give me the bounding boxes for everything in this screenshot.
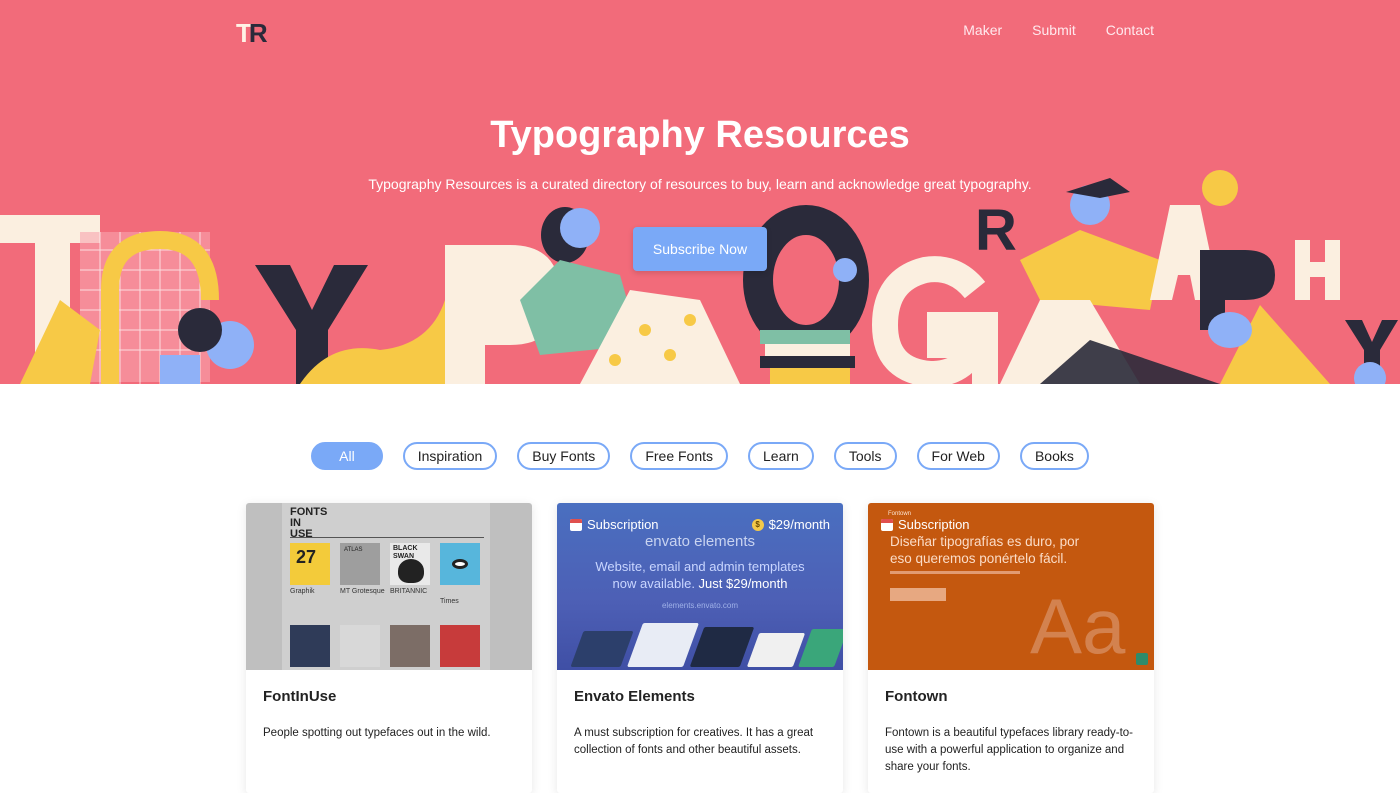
promo-line-1: Website, email and admin templates — [595, 559, 805, 574]
category-filter-bar: All Inspiration Buy Fonts Free Fonts Lea… — [0, 442, 1400, 470]
thumb-tile: 27 — [290, 543, 330, 585]
fontown-cta-button — [890, 588, 946, 601]
envato-logo: envato elements — [644, 533, 756, 550]
promo-url: elements.envato.com — [661, 601, 739, 610]
filter-all[interactable]: All — [311, 442, 383, 470]
page-title: Typography Resources — [490, 114, 910, 156]
swan-shape — [398, 559, 424, 583]
promo-line-2a: now available. — [612, 576, 699, 591]
device-mockup — [746, 633, 806, 667]
thumb-tile — [390, 625, 430, 667]
thumb-tile: ATLAS — [340, 543, 380, 585]
money-bag-icon: $ — [751, 518, 764, 531]
nav-submit-link[interactable]: Submit — [1032, 22, 1076, 38]
card-description: People spotting out typefaces out in the… — [263, 727, 491, 739]
device-mockup — [570, 631, 634, 667]
type-sample: Aa — [1030, 582, 1126, 670]
card-thumbnail[interactable]: Fontown Subscription Diseñar tipografías… — [868, 503, 1154, 670]
hero-banner: R TR Maker Submit Contact Typography Res… — [0, 0, 1400, 384]
subscription-label: Subscription — [587, 517, 659, 532]
filter-books[interactable]: Books — [1019, 442, 1089, 470]
filter-free-fonts[interactable]: Free Fonts — [630, 442, 729, 470]
fontown-subcopy-placeholder — [890, 571, 1020, 574]
chat-icon — [1136, 653, 1148, 665]
logo-letter-t: T — [236, 18, 252, 48]
resource-card-envato-elements[interactable]: Subscription $ $29/month envato elements… — [557, 503, 843, 793]
filter-tools[interactable]: Tools — [833, 442, 897, 470]
page-subtitle: Typography Resources is a curated direct… — [368, 176, 1032, 192]
device-mockup — [798, 629, 843, 667]
card-description: Fontown is a beautiful typefaces library… — [885, 727, 1134, 773]
tile-caption: BRITANNIC — [390, 588, 428, 595]
filter-inspiration[interactable]: Inspiration — [402, 442, 498, 470]
tile-caption: Times — [440, 598, 459, 605]
promo-line-2b: Just $29/month — [698, 576, 788, 591]
calendar-icon — [881, 518, 893, 531]
subscription-badge: Subscription — [570, 517, 659, 532]
card-description: A must subscription for creatives. It ha… — [574, 727, 814, 756]
svg-text:R: R — [975, 198, 1017, 263]
tile-text: ATLAS — [344, 547, 363, 553]
filter-learn[interactable]: Learn — [748, 442, 814, 470]
resource-grid: FONTS IN USE 27 ATLAS BLACK SWAN Graphik… — [246, 503, 1154, 793]
fontown-headline: Diseñar tipografías es duro, por eso que… — [890, 533, 1079, 567]
resource-card-fontinuse[interactable]: FONTS IN USE 27 ATLAS BLACK SWAN Graphik… — [246, 503, 532, 793]
price-badge: $ $29/month — [751, 517, 830, 532]
card-thumbnail[interactable]: FONTS IN USE 27 ATLAS BLACK SWAN Graphik… — [246, 503, 532, 670]
thumb-tile — [290, 625, 330, 667]
site-logo[interactable]: TR — [236, 18, 268, 49]
promo-text: Website, email and admin templates now a… — [557, 558, 843, 592]
thumb-tile — [440, 543, 480, 585]
device-mockup — [689, 627, 755, 667]
typography-illustration: R — [0, 170, 1398, 384]
nav-contact-link[interactable]: Contact — [1106, 22, 1154, 38]
subscribe-now-button[interactable]: Subscribe Now — [633, 227, 767, 271]
thumb-tile: BLACK SWAN — [390, 543, 430, 585]
tile-caption: MT Grotesque — [340, 588, 385, 595]
subscription-badge: Subscription — [881, 517, 970, 532]
card-title[interactable]: FontInUse — [263, 688, 532, 705]
tile-text: 27 — [296, 547, 317, 567]
calendar-icon — [570, 518, 582, 531]
card-thumbnail[interactable]: Subscription $ $29/month envato elements… — [557, 503, 843, 670]
thumb-tile — [440, 625, 480, 667]
divider — [290, 537, 484, 538]
fonts-in-use-logo: FONTS IN USE — [290, 506, 328, 540]
card-title[interactable]: Envato Elements — [574, 688, 843, 705]
filter-for-web[interactable]: For Web — [916, 442, 1000, 470]
price-label: $29/month — [768, 517, 830, 532]
subscription-label: Subscription — [898, 517, 970, 532]
nav-maker-link[interactable]: Maker — [963, 22, 1002, 38]
card-title[interactable]: Fontown — [885, 688, 1154, 705]
headline-line-2: eso queremos ponértelo fácil. — [890, 551, 1068, 566]
logo-letter-r: R — [248, 18, 268, 48]
headline-line-1: Diseñar tipografías es duro, por — [890, 534, 1080, 549]
device-mockup — [626, 623, 700, 667]
tile-caption: Graphik — [290, 588, 315, 595]
resource-card-fontown[interactable]: Fontown Subscription Diseñar tipografías… — [868, 503, 1154, 793]
thumb-tile — [340, 625, 380, 667]
eye-icon — [452, 559, 468, 569]
top-nav: Maker Submit Contact — [963, 22, 1154, 38]
filter-buy-fonts[interactable]: Buy Fonts — [517, 442, 611, 470]
